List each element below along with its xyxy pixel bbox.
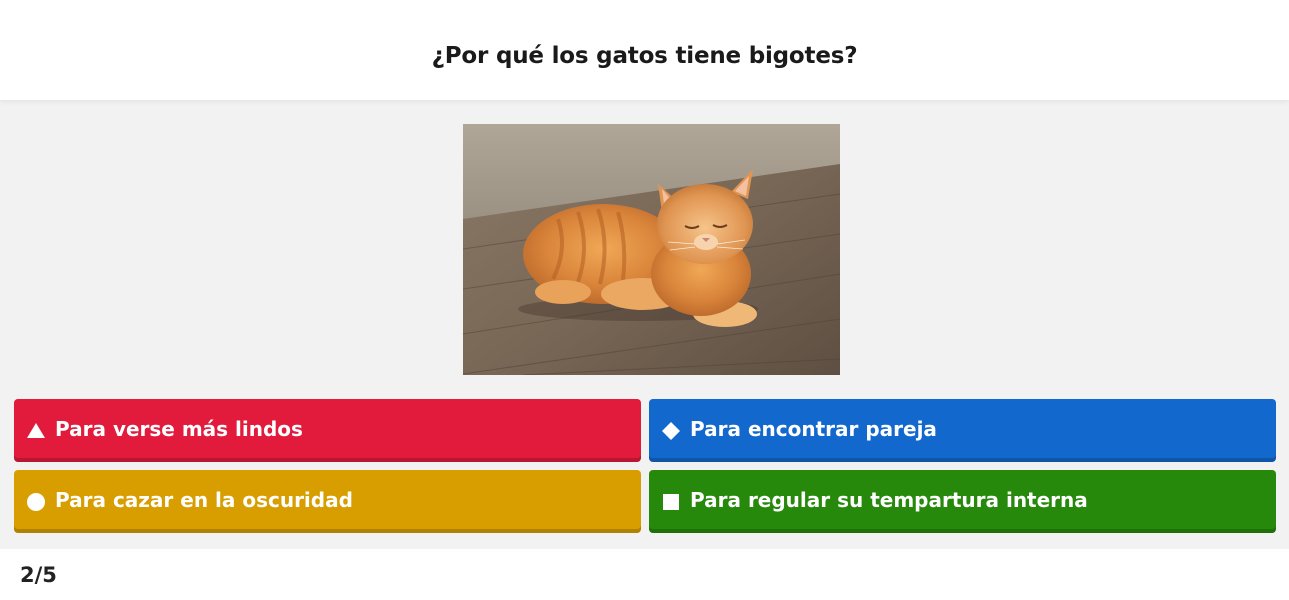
answer-option-3[interactable]: Para cazar en la oscuridad — [14, 470, 641, 533]
answer-grid: Para verse más lindos Para encontrar par… — [14, 399, 1276, 533]
question-header: ¿Por qué los gatos tiene bigotes? — [0, 0, 1289, 100]
triangle-icon — [26, 421, 46, 441]
cat-photo — [463, 124, 840, 375]
answer-option-2[interactable]: Para encontrar pareja — [649, 399, 1276, 462]
question-image — [463, 124, 840, 375]
circle-icon — [26, 492, 46, 512]
answer-label-4: Para regular su tempartura interna — [690, 487, 1088, 512]
answer-option-4[interactable]: Para regular su tempartura interna — [649, 470, 1276, 533]
square-icon — [661, 492, 681, 512]
question-progress: 2/5 — [20, 562, 57, 587]
question-title: ¿Por qué los gatos tiene bigotes? — [431, 43, 858, 69]
answer-label-2: Para encontrar pareja — [690, 416, 937, 441]
footer-bar: 2/5 — [0, 549, 1289, 600]
answer-label-3: Para cazar en la oscuridad — [55, 487, 353, 512]
answer-label-1: Para verse más lindos — [55, 416, 303, 441]
answer-option-1[interactable]: Para verse más lindos — [14, 399, 641, 462]
diamond-icon — [661, 421, 681, 441]
